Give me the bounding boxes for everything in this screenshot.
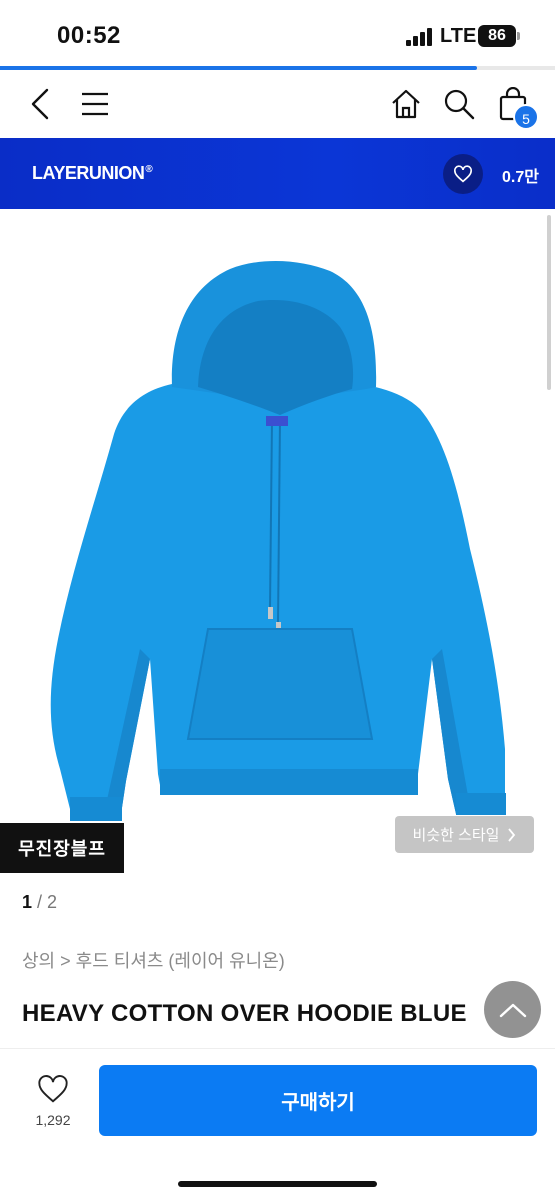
home-indicator: [178, 1181, 377, 1187]
signal-icon: [406, 28, 434, 46]
image-total: / 2: [37, 892, 58, 912]
battery-tip: [517, 32, 520, 40]
hamburger-icon: [82, 92, 108, 116]
promo-tag: 무진장블프: [0, 823, 124, 873]
wishlist-count: 1,292: [35, 1112, 71, 1128]
similar-style-button[interactable]: 비슷한 스타일: [395, 816, 534, 853]
home-icon: [392, 89, 420, 119]
breadcrumb[interactable]: 상의 > 후드 티셔츠 (레이어 유니온): [22, 947, 285, 973]
status-bar: 00:52 LTE 86: [0, 0, 555, 66]
product-title: HEAVY COTTON OVER HOODIE BLUE: [22, 1000, 467, 1027]
status-time: 00:52: [57, 22, 121, 49]
heart-icon: [38, 1075, 68, 1103]
buy-button[interactable]: 구매하기: [99, 1065, 537, 1136]
scroll-to-top-button[interactable]: [484, 981, 541, 1038]
scroll-indicator: [547, 215, 551, 390]
search-button[interactable]: [437, 82, 481, 126]
similar-style-label: 비슷한 스타일: [412, 827, 500, 844]
image-counter: 1 / 2: [22, 892, 57, 913]
wishlist-button[interactable]: [30, 1074, 76, 1109]
nav-bar: [0, 70, 555, 138]
blue-hoodie-image: [50, 260, 506, 821]
menu-button[interactable]: [73, 82, 117, 126]
chevron-up-icon: [499, 1003, 526, 1017]
back-button[interactable]: [18, 82, 62, 126]
cart-count-badge: 5: [513, 104, 539, 130]
heart-icon: [454, 165, 472, 183]
search-icon: [444, 89, 475, 120]
brand-banner[interactable]: LAYERUNION® 0.7만: [0, 138, 555, 209]
brand-name: LAYERUNION: [32, 163, 145, 183]
chevron-right-icon: [508, 827, 516, 842]
image-index: 1: [22, 892, 33, 912]
product-image-carousel[interactable]: [0, 209, 555, 873]
home-button[interactable]: [384, 82, 428, 126]
battery-icon: 86: [478, 25, 516, 47]
brand-like-button[interactable]: [443, 154, 483, 194]
chevron-left-icon: [31, 88, 49, 120]
network-label: LTE: [440, 25, 477, 47]
registered-mark: ®: [145, 164, 153, 175]
brand-like-count: 0.7만: [502, 169, 539, 186]
brand-logo[interactable]: LAYERUNION®: [32, 163, 153, 184]
